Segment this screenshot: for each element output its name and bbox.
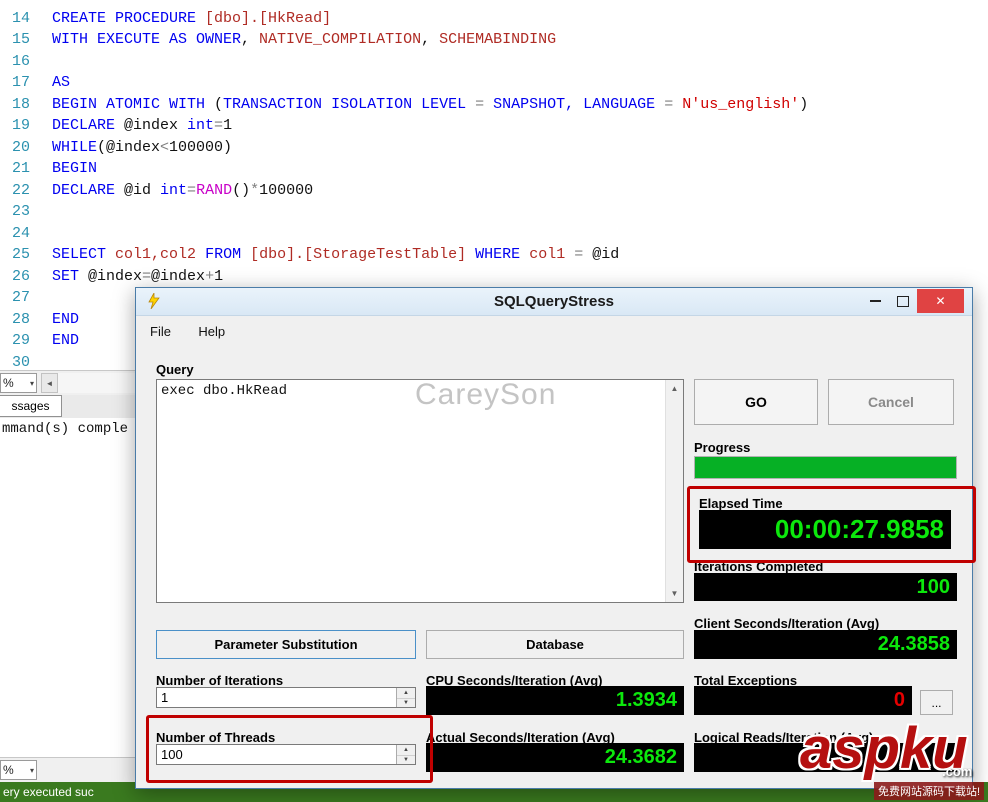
code-line: 25 SELECT col1,col2 FROM [dbo].[StorageTe…: [11, 246, 620, 263]
exceptions-more-button[interactable]: ...: [920, 690, 953, 715]
message-text: mmand(s) comple: [2, 421, 129, 437]
menu-help[interactable]: Help: [189, 320, 234, 343]
database-button[interactable]: Database: [426, 630, 684, 659]
zoom-value: %: [3, 376, 14, 390]
go-button[interactable]: GO: [694, 379, 818, 425]
code-line: 21 BEGIN: [11, 160, 98, 177]
watermark-tagline: 免费网站源码下载站!: [874, 782, 985, 800]
code-line: 15 WITH EXECUTE AS OWNER, NATIVE_COMPILAT…: [11, 31, 557, 48]
maximize-button[interactable]: [889, 289, 917, 313]
chevron-down-icon: ▾: [29, 378, 34, 388]
close-button[interactable]: ✕: [917, 289, 964, 313]
code-line: 24: [11, 224, 30, 242]
query-text: exec dbo.HkRead: [161, 383, 288, 399]
code-line: 14 CREATE PROCEDURE [dbo].[HkRead]: [11, 9, 332, 27]
minimize-icon: [869, 300, 881, 302]
zoom-value: %: [3, 763, 14, 777]
scroll-down-icon[interactable]: ▼: [666, 585, 683, 602]
results-tab-row: ssages: [0, 395, 135, 418]
maximize-icon: [897, 295, 909, 307]
number-of-iterations-label: Number of Iterations: [156, 673, 284, 688]
progress-label: Progress: [694, 440, 751, 455]
minimize-button[interactable]: [861, 289, 889, 313]
progress-fill: [695, 457, 956, 478]
menu-file[interactable]: File: [141, 320, 180, 343]
code-line: 20 WHILE(@index<100000): [11, 138, 233, 156]
code-line: 22 DECLARE @id int=RAND()*100000: [11, 181, 314, 199]
client-seconds-label: Client Seconds/Iteration (Avg): [694, 616, 880, 631]
bottom-hscroll-row: % ▾: [0, 757, 135, 783]
close-icon: ✕: [935, 294, 946, 308]
scroll-up-icon[interactable]: ▲: [666, 380, 683, 397]
parameter-substitution-button[interactable]: Parameter Substitution: [156, 630, 416, 659]
hscroll-track[interactable]: [58, 373, 135, 393]
code-line: 18 BEGIN ATOMIC WITH (TRANSACTION ISOLATI…: [11, 95, 809, 113]
watermark-tld: .com: [942, 764, 973, 779]
status-text: ery executed suc: [3, 785, 94, 799]
cancel-button[interactable]: Cancel: [828, 379, 954, 425]
scroll-left-arrow-icon[interactable]: ◄: [41, 373, 58, 393]
query-scrollbar[interactable]: ▲ ▼: [665, 380, 683, 602]
iterations-stepper: ▲ ▼: [156, 687, 416, 708]
title-bar[interactable]: SQLQueryStress ✕: [136, 288, 972, 316]
window-title: SQLQueryStress: [493, 293, 615, 310]
code-line: 23: [11, 203, 30, 220]
menu-bar: File Help: [136, 320, 972, 346]
query-watermark: CareySon: [415, 378, 557, 411]
query-input[interactable]: exec dbo.HkRead CareySon ▲ ▼: [156, 378, 684, 603]
client-seconds-display: 24.3858: [694, 630, 957, 659]
code-line: 17 AS: [11, 74, 71, 91]
iterations-input[interactable]: [157, 688, 399, 707]
code-line: 13: [0, 0, 988, 8]
annotation-box-elapsed-time: [687, 486, 976, 563]
annotation-box-number-of-threads: [146, 715, 433, 783]
total-exceptions-display: 0: [694, 686, 912, 715]
code-line: 26 SET @index=@index+1: [11, 267, 224, 285]
screen: 1314CREATE PROCEDURE [dbo].[HkRead] 15WIT…: [0, 0, 988, 802]
zoom-combo-top[interactable]: % ▾: [0, 373, 37, 393]
aspku-watermark: aspku .com 免费网站源码下载站!: [800, 720, 985, 800]
zoom-combo-bottom[interactable]: % ▾: [0, 760, 37, 780]
code-line: 16: [11, 52, 30, 70]
tab-messages[interactable]: ssages: [0, 395, 62, 417]
chevron-down-icon: ▾: [29, 765, 34, 775]
editor-hscroll-row: % ▾ ◄: [0, 370, 135, 396]
code-line: 19 DECLARE @index int=1: [11, 117, 233, 134]
cpu-seconds-display: 1.3934: [426, 686, 684, 715]
spin-down-icon[interactable]: ▼: [397, 699, 415, 709]
iterations-completed-display: 100: [694, 573, 957, 601]
query-label: Query: [156, 362, 194, 377]
messages-pane: mmand(s) comple: [0, 418, 135, 757]
spin-up-icon[interactable]: ▲: [397, 688, 415, 699]
progress-bar: [694, 456, 957, 479]
actual-seconds-display: 24.3682: [426, 743, 684, 772]
